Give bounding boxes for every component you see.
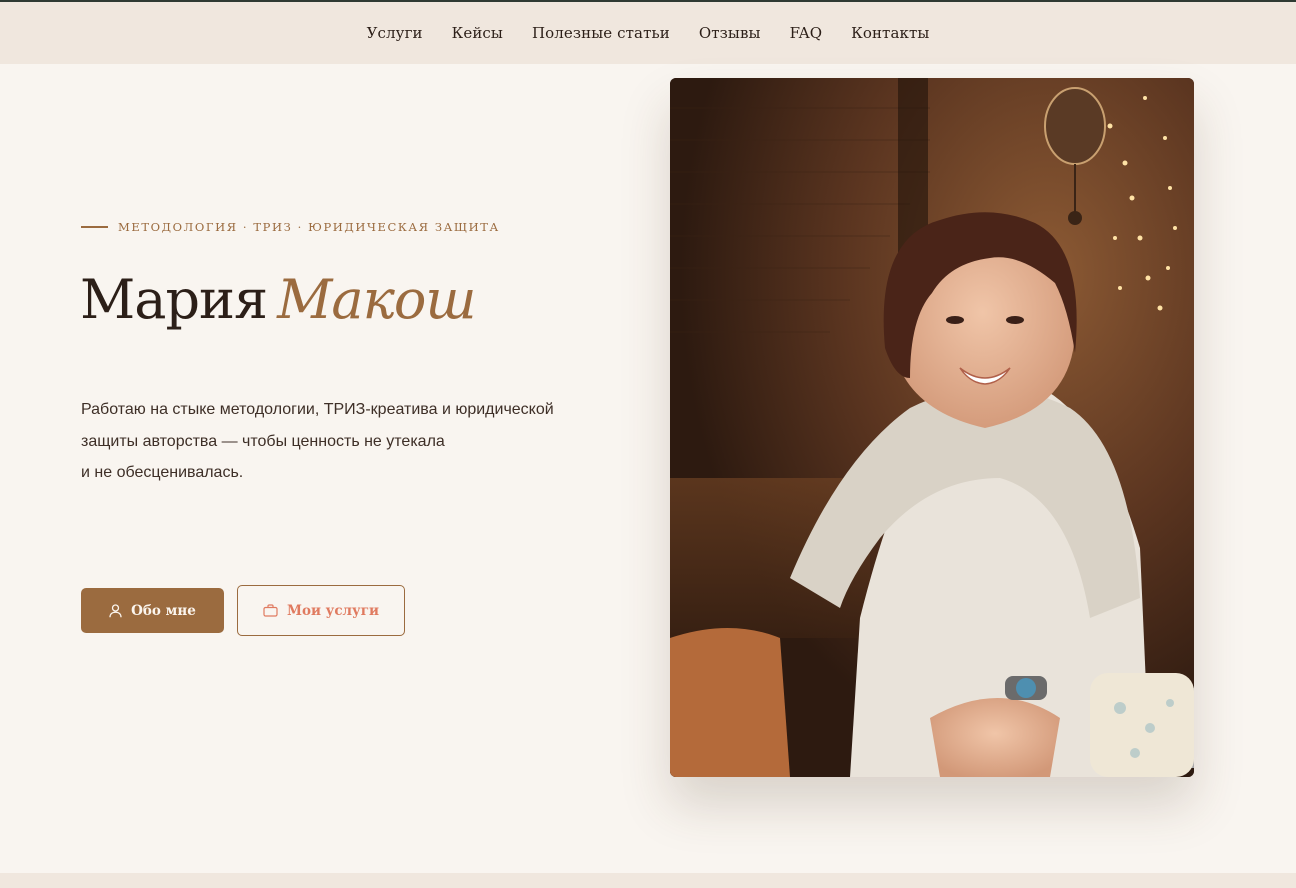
eyebrow-text: Методология · ТРИЗ · юридическая защита [118, 220, 500, 234]
nav-link-reviews[interactable]: Отзывы [699, 24, 761, 42]
hero-title: Мария Макош [80, 268, 477, 331]
about-me-button[interactable]: Обо мне [81, 588, 224, 633]
nav-link-services[interactable]: Услуги [367, 24, 423, 42]
nav-link-cases[interactable]: Кейсы [452, 24, 503, 42]
my-services-button-label: Мои услуги [287, 602, 379, 619]
nav-link-faq[interactable]: FAQ [790, 24, 823, 42]
hero-eyebrow: Методология · ТРИЗ · юридическая защита [81, 220, 500, 234]
about-me-button-label: Обо мне [131, 602, 196, 619]
nav-link-articles[interactable]: Полезные статьи [532, 24, 670, 42]
hero-description-line: защиты авторства — чтобы ценность не уте… [81, 432, 445, 450]
my-services-button[interactable]: Мои услуги [237, 585, 405, 636]
main-navigation: Услуги Кейсы Полезные статьи Отзывы FAQ … [0, 2, 1296, 64]
portrait-photo [670, 78, 1194, 777]
hero-description-line: Работаю на стыке методологии, ТРИЗ-креат… [81, 401, 554, 418]
user-icon [109, 603, 122, 618]
hero-description-line: и не обесценивалась. [81, 464, 244, 481]
briefcase-icon [263, 604, 278, 617]
eyebrow-divider-line [81, 226, 108, 228]
hero-description: Работаю на стыке методологии, ТРИЗ-креат… [81, 394, 601, 489]
portrait-illustration [670, 78, 1194, 777]
nav-link-contacts[interactable]: Контакты [851, 24, 929, 42]
hero-first-name: Мария [80, 268, 268, 331]
hero-last-name: Макош [277, 268, 476, 331]
footer-strip [0, 873, 1296, 888]
